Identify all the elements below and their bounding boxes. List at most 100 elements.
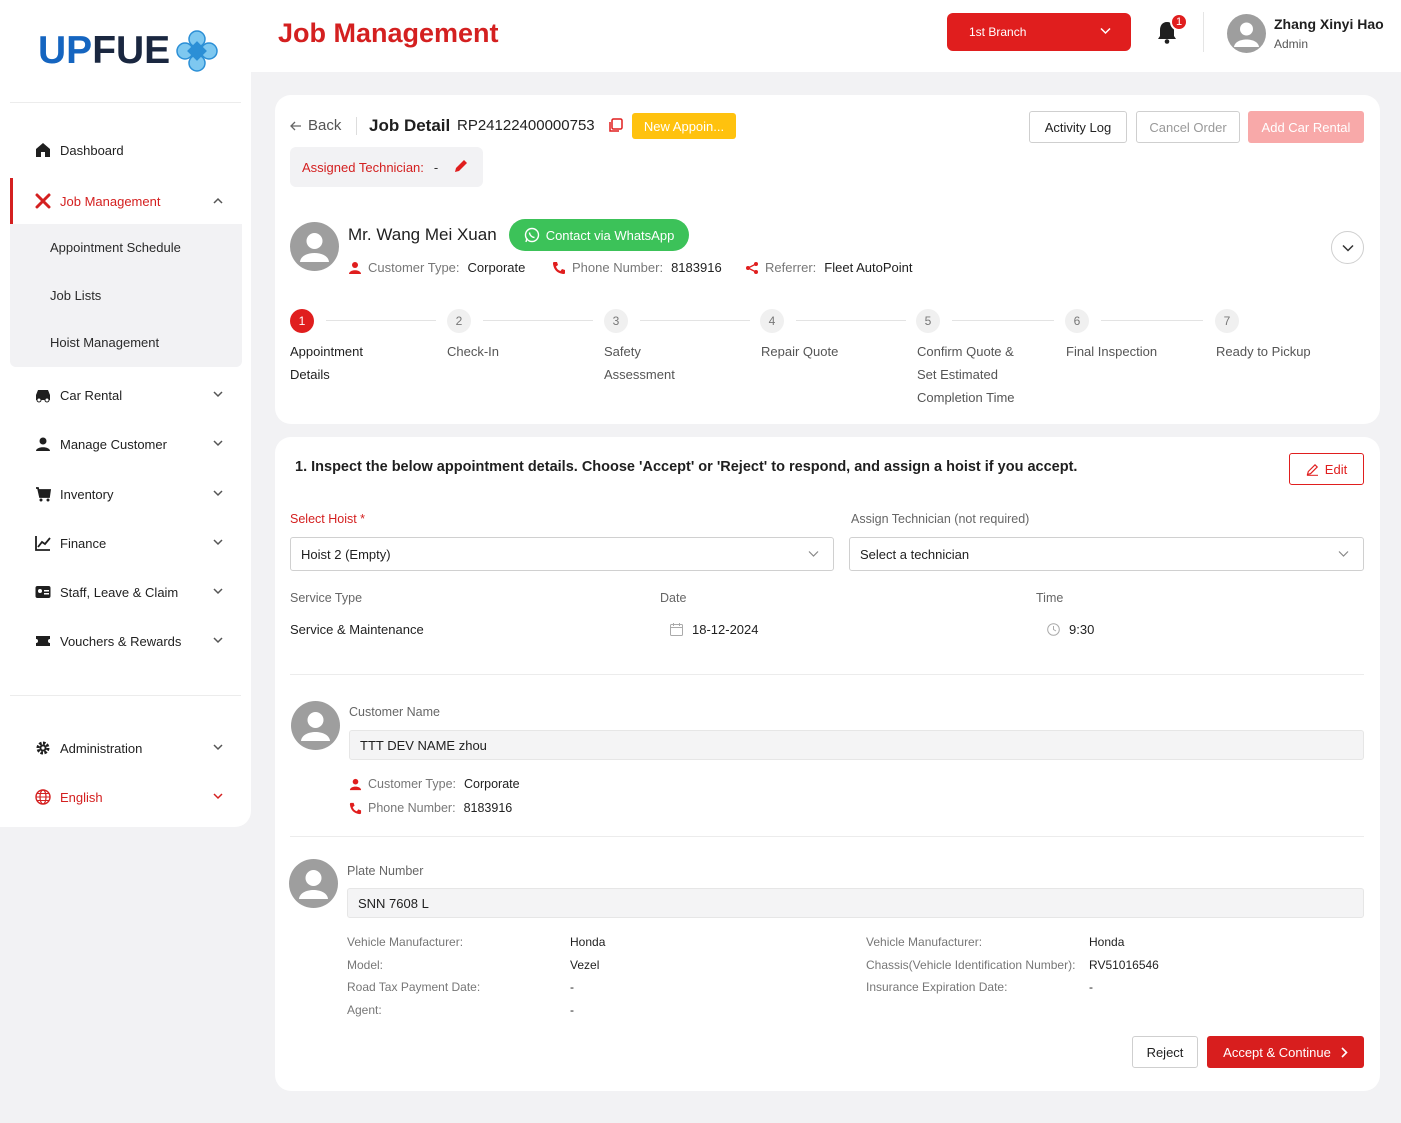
assigned-technician: Assigned Technician: - <box>290 147 483 187</box>
sidebar-divider <box>10 695 241 696</box>
brand-logo[interactable]: UPFUE <box>38 28 220 74</box>
clock-icon <box>1047 623 1060 636</box>
customer-type-value: Corporate <box>464 777 520 791</box>
avatar-icon <box>300 233 329 262</box>
customer-type: Customer Type: Corporate <box>348 260 525 275</box>
copy-icon[interactable] <box>608 118 623 133</box>
sidebar-item-dashboard[interactable]: Dashboard <box>10 130 241 170</box>
referrer-label: Referrer: <box>765 260 817 275</box>
edit-button[interactable]: Edit <box>1289 453 1364 485</box>
vehicle-value: RV51016546 <box>1089 958 1159 972</box>
sidebar-item-car-rental[interactable]: Car Rental <box>10 375 241 415</box>
back-label: Back <box>308 117 342 134</box>
home-icon <box>34 141 52 159</box>
logo-text-up: UP <box>38 29 93 72</box>
chevron-down-icon <box>213 539 223 546</box>
person-icon <box>349 261 361 274</box>
step-3-indicator: 3 <box>604 309 628 333</box>
collapse-button[interactable] <box>1331 231 1364 264</box>
sidebar-item-administration[interactable]: Administration <box>10 728 241 768</box>
chevron-down-icon <box>1341 244 1354 252</box>
vehicle-label: Agent: <box>347 1003 382 1017</box>
step-connector <box>326 320 436 321</box>
cart-icon <box>34 485 52 503</box>
step-5-indicator: 5 <box>916 309 940 333</box>
page-title: Job Management <box>278 18 499 48</box>
vehicle-label: Vehicle Manufacturer: <box>866 935 983 949</box>
vehicle-value: - <box>570 980 574 994</box>
date-value: 18-12-2024 <box>692 622 759 637</box>
referrer-value: Fleet AutoPoint <box>824 260 913 275</box>
user-avatar[interactable] <box>1227 14 1266 53</box>
plate-number-label: Plate Number <box>347 864 424 878</box>
customer-type-value: Corporate <box>467 260 526 275</box>
language-selector[interactable]: English <box>10 777 241 817</box>
sidebar-subitem-appointment-schedule[interactable]: Appointment Schedule <box>50 240 181 255</box>
assigned-technician-label: Assigned Technician: <box>302 159 424 175</box>
globe-icon <box>34 788 52 806</box>
chevron-down-icon <box>213 793 223 800</box>
vehicle-value: - <box>570 1003 574 1017</box>
vehicle-value: Vezel <box>570 958 600 972</box>
back-button[interactable]: Back <box>290 117 341 134</box>
gear-icon <box>34 739 52 757</box>
id-card-icon <box>34 583 52 601</box>
vehicle-label: Insurance Expiration Date: <box>866 980 1008 994</box>
pencil-icon[interactable] <box>453 158 469 174</box>
vehicle-value: - <box>1089 980 1093 994</box>
sidebar-subitem-hoist-management[interactable]: Hoist Management <box>50 335 159 350</box>
customer-name-label: Customer Name <box>349 705 440 719</box>
reject-button[interactable]: Reject <box>1132 1036 1198 1068</box>
hoist-select[interactable]: Hoist 2 (Empty) <box>290 537 834 571</box>
sidebar-item-staff-leave-claim[interactable]: Staff, Leave & Claim <box>10 572 241 612</box>
technician-select-value: Select a technician <box>860 546 970 562</box>
activity-log-button[interactable]: Activity Log <box>1029 111 1127 143</box>
customer-avatar <box>290 222 339 271</box>
sidebar-item-label: Administration <box>60 740 143 756</box>
chevron-up-icon <box>213 197 223 204</box>
service-type-value: Service & Maintenance <box>290 622 424 637</box>
date-label: Date <box>660 591 687 605</box>
sidebar-item-label: Manage Customer <box>60 436 167 452</box>
share-icon <box>746 261 758 274</box>
sidebar-subitem-job-lists[interactable]: Job Lists <box>50 288 101 303</box>
sidebar-item-label: Job Management <box>60 193 161 209</box>
technician-select[interactable]: Select a technician <box>849 537 1364 571</box>
vehicle-label: Chassis(Vehicle Identification Number): <box>866 958 1076 972</box>
sidebar-item-label: Staff, Leave & Claim <box>60 584 179 600</box>
chevron-down-icon <box>213 637 223 644</box>
section-divider <box>290 836 1364 837</box>
step-connector <box>640 320 750 321</box>
status-badge: New Appoin... <box>632 113 736 139</box>
assigned-technician-value: - <box>433 159 439 175</box>
sidebar-item-manage-customer[interactable]: Manage Customer <box>10 424 241 464</box>
add-car-rental-button[interactable]: Add Car Rental <box>1248 111 1364 143</box>
accept-continue-button[interactable]: Accept & Continue <box>1207 1036 1364 1068</box>
sidebar-item-job-management[interactable]: Job Management <box>10 178 241 224</box>
instruction-text: 1. Inspect the below appointment details… <box>295 459 1078 475</box>
phone-icon <box>349 802 362 814</box>
time-value: 9:30 <box>1069 622 1095 637</box>
sidebar-item-label: Car Rental <box>60 387 123 403</box>
avatar-icon <box>301 712 330 741</box>
section-divider <box>290 674 1364 675</box>
step-1-label: Appointment Details <box>290 344 363 382</box>
sidebar-item-inventory[interactable]: Inventory <box>10 474 241 514</box>
whatsapp-button[interactable]: Contact via WhatsApp <box>509 219 689 251</box>
plate-number-field[interactable]: SNN 7608 L <box>347 888 1364 918</box>
accept-continue-label: Accept & Continue <box>1223 1044 1331 1060</box>
branch-select[interactable]: 1st Branch <box>947 13 1131 51</box>
tools-icon <box>34 192 52 210</box>
language-label: English <box>60 789 103 805</box>
sidebar-item-vouchers-rewards[interactable]: Vouchers & Rewards <box>10 621 241 661</box>
vehicle-value: Honda <box>570 935 606 949</box>
cancel-order-button[interactable]: Cancel Order <box>1136 111 1240 143</box>
step-2-label: Check-In <box>447 344 500 359</box>
customer-name-field[interactable]: TTT DEV NAME zhou <box>349 730 1364 760</box>
user-role: Admin <box>1274 37 1309 51</box>
step-connector <box>952 320 1054 321</box>
job-management-submenu: Appointment Schedule Job Lists Hoist Man… <box>10 224 242 367</box>
step-connector <box>1101 320 1203 321</box>
sidebar-item-finance[interactable]: Finance <box>10 523 241 563</box>
chevron-down-icon <box>213 440 223 447</box>
